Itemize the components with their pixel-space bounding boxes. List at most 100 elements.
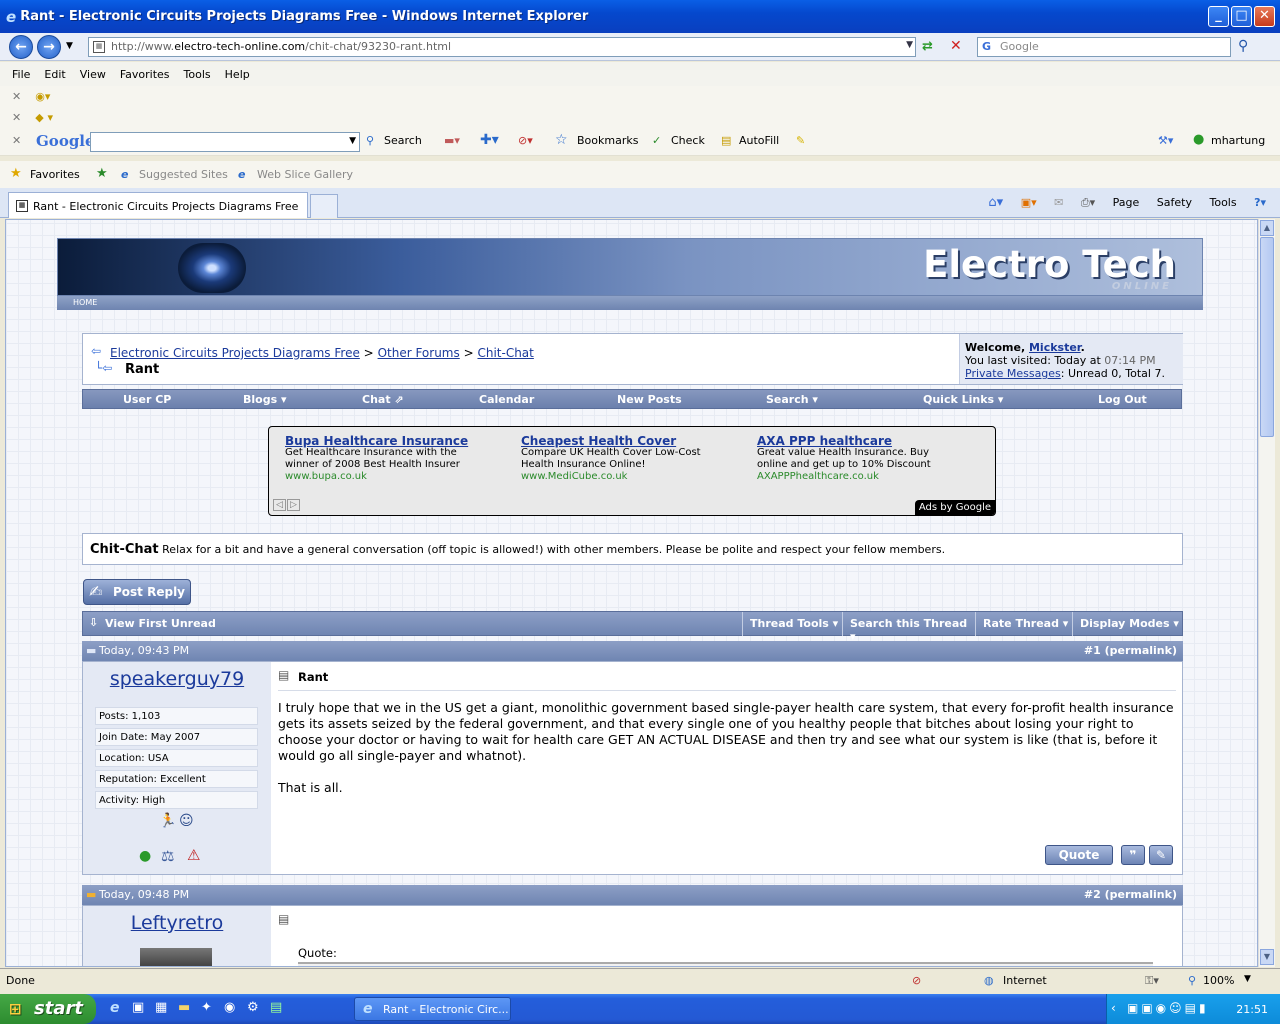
popup-blocked-icon[interactable]: ⊘ bbox=[912, 974, 921, 987]
permalink-link[interactable]: permalink bbox=[1110, 644, 1172, 657]
web-slice-gallery-link[interactable]: Web Slice Gallery bbox=[257, 168, 353, 181]
suggested-sites-link[interactable]: Suggested Sites bbox=[139, 168, 228, 181]
history-dropdown-icon[interactable]: ▼ bbox=[66, 41, 73, 51]
address-dropdown-icon[interactable]: ▼ bbox=[906, 40, 913, 50]
taskbar-window-button[interactable]: e Rant - Electronic Circ... bbox=[354, 997, 511, 1021]
stop-icon[interactable]: ✕ bbox=[950, 38, 962, 54]
maximize-button[interactable]: □ bbox=[1231, 6, 1252, 27]
menu-file[interactable]: File bbox=[12, 68, 30, 81]
ad-title[interactable]: AXA PPP healthcare bbox=[757, 435, 977, 447]
nav-calendar[interactable]: Calendar bbox=[479, 393, 534, 406]
autofill-button[interactable]: AutoFill bbox=[739, 134, 779, 147]
menu-favorites[interactable]: Favorites bbox=[120, 68, 170, 81]
back-button[interactable]: ← bbox=[9, 35, 33, 59]
nav-blogs[interactable]: Blogs ▾ bbox=[243, 393, 286, 406]
ads-by-google[interactable]: Ads by Google bbox=[914, 500, 995, 515]
globe-icon[interactable]: ◉▾ bbox=[35, 90, 50, 103]
add-favorites-icon[interactable]: ★ bbox=[96, 166, 108, 181]
view-first-unread-link[interactable]: View First Unread bbox=[105, 617, 216, 630]
google-search-input[interactable]: ▼ bbox=[90, 132, 360, 152]
menu-tools[interactable]: Tools bbox=[184, 68, 211, 81]
print-icon[interactable]: ⎙▾ bbox=[1081, 196, 1095, 209]
reputation-icon[interactable]: ⚖ bbox=[161, 847, 174, 865]
nav-log-out[interactable]: Log Out bbox=[1098, 393, 1147, 406]
quicklaunch-icon[interactable]: ✦ bbox=[201, 1000, 212, 1015]
nav-quick-links[interactable]: Quick Links ▾ bbox=[923, 393, 1003, 406]
plus-icon[interactable]: ✚▾ bbox=[480, 132, 499, 148]
ad-title[interactable]: Cheapest Health Cover bbox=[521, 435, 741, 447]
safety-menu[interactable]: Safety bbox=[1157, 196, 1192, 209]
post-number-link[interactable]: #1 bbox=[1084, 644, 1101, 657]
quicklaunch-icon[interactable]: ⚙ bbox=[247, 1000, 259, 1015]
tray-icons[interactable]: ▣▣◉☺▤▮ bbox=[1127, 1001, 1209, 1015]
ad-item[interactable]: Bupa Healthcare Insurance Get Healthcare… bbox=[285, 435, 505, 483]
home-icon[interactable]: ⌂▾ bbox=[988, 195, 1003, 210]
scroll-thumb[interactable] bbox=[1260, 237, 1274, 437]
ad-url[interactable]: AXAPPPhealthcare.co.uk bbox=[757, 471, 977, 483]
ad-item[interactable]: Cheapest Health Cover Compare UK Health … bbox=[521, 435, 741, 483]
highlighter-icon[interactable]: ✎ bbox=[796, 134, 805, 147]
rate-thread-menu[interactable]: Rate Thread ▾ bbox=[975, 612, 1072, 636]
page-menu[interactable]: Page bbox=[1113, 196, 1140, 209]
multiquote-button[interactable]: ❞ bbox=[1121, 845, 1145, 865]
tray-expand-icon[interactable]: ‹ bbox=[1111, 1001, 1116, 1015]
star-icon[interactable]: ☆ bbox=[555, 132, 568, 148]
help-icon[interactable]: ?▾ bbox=[1254, 196, 1266, 209]
thread-tools-menu[interactable]: Thread Tools ▾ bbox=[742, 612, 842, 636]
address-input[interactable]: ▦ http://www.electro-tech-online.com/chi… bbox=[88, 37, 916, 57]
check-button[interactable]: Check bbox=[671, 134, 705, 147]
autofill-icon[interactable]: ▤ bbox=[721, 134, 731, 147]
welcome-user-link[interactable]: Mickster bbox=[1029, 341, 1081, 354]
breadcrumb-other-forums[interactable]: Other Forums bbox=[378, 346, 460, 360]
tab-active[interactable]: ▦ Rant - Electronic Circuits Projects Di… bbox=[8, 192, 308, 218]
scroll-down-icon[interactable]: ▼ bbox=[1260, 949, 1274, 965]
breadcrumb-chit-chat[interactable]: Chit-Chat bbox=[477, 346, 533, 360]
ad-next-icon[interactable]: ▷ bbox=[287, 499, 300, 511]
breadcrumb-root[interactable]: Electronic Circuits Projects Diagrams Fr… bbox=[110, 346, 360, 360]
menu-edit[interactable]: Edit bbox=[44, 68, 65, 81]
close-toolbar-icon[interactable]: ✕ bbox=[12, 90, 21, 103]
post-username-link[interactable]: Leftyretro bbox=[83, 912, 271, 934]
close-button[interactable]: ✕ bbox=[1254, 6, 1275, 27]
new-tab-button[interactable] bbox=[310, 194, 338, 218]
ad-item[interactable]: AXA PPP healthcare Great value Health In… bbox=[757, 435, 977, 483]
report-post-icon[interactable]: ⚠ bbox=[187, 846, 200, 864]
ad-url[interactable]: www.bupa.co.uk bbox=[285, 471, 505, 483]
shield-icon[interactable]: ◆ ▾ bbox=[35, 111, 53, 124]
display-modes-menu[interactable]: Display Modes ▾ bbox=[1072, 612, 1182, 636]
nav-new-posts[interactable]: New Posts bbox=[617, 393, 682, 406]
permalink-link[interactable]: permalink bbox=[1110, 888, 1172, 901]
ad-title[interactable]: Bupa Healthcare Insurance bbox=[285, 435, 505, 447]
menu-help[interactable]: Help bbox=[225, 68, 250, 81]
quicklaunch-icon[interactable]: ▤ bbox=[270, 1000, 282, 1015]
quick-reply-button[interactable]: ✎ bbox=[1149, 845, 1173, 865]
nav-chat[interactable]: Chat ⇗ bbox=[362, 393, 404, 406]
zoom-level[interactable]: 100% bbox=[1203, 974, 1234, 987]
bookmarks-button[interactable]: Bookmarks bbox=[577, 134, 638, 147]
start-button[interactable]: ⊞ start bbox=[0, 994, 96, 1024]
feeds-icon[interactable]: ▣▾ bbox=[1021, 196, 1037, 209]
clock[interactable]: 21:51 bbox=[1236, 1003, 1268, 1016]
nav-search[interactable]: Search ▾ bbox=[766, 393, 818, 406]
google-search-button[interactable]: Search bbox=[384, 134, 422, 147]
post-number-link[interactable]: #2 bbox=[1084, 888, 1101, 901]
popup-blocker-icon[interactable]: ⊘▾ bbox=[518, 134, 533, 147]
close-toolbar-icon[interactable]: ✕ bbox=[12, 134, 21, 147]
ad-prev-icon[interactable]: ◁ bbox=[273, 499, 286, 511]
quicklaunch-ie-icon[interactable]: e bbox=[110, 1000, 120, 1016]
nav-user-cp[interactable]: User CP bbox=[123, 393, 171, 406]
pagerank-icon[interactable]: ▬▾ bbox=[444, 134, 460, 147]
quicklaunch-icon[interactable]: ▦ bbox=[155, 1000, 167, 1015]
search-thread-menu[interactable]: Search this Thread ▾ bbox=[842, 612, 975, 643]
quote-button[interactable]: Quote bbox=[1045, 845, 1113, 865]
scroll-up-icon[interactable]: ▲ bbox=[1260, 220, 1274, 236]
zoom-dropdown-icon[interactable]: ▼ bbox=[1244, 974, 1251, 984]
close-toolbar-icon[interactable]: ✕ bbox=[12, 111, 21, 124]
favorites-button[interactable]: Favorites bbox=[30, 168, 80, 181]
private-messages-link[interactable]: Private Messages bbox=[965, 367, 1061, 380]
user-account-button[interactable]: mhartung bbox=[1211, 134, 1265, 147]
search-box[interactable]: G Google bbox=[977, 37, 1231, 57]
dropdown-icon[interactable]: ▼ bbox=[349, 136, 356, 146]
home-link[interactable]: HOME bbox=[73, 298, 97, 307]
forward-button[interactable]: → bbox=[37, 35, 61, 59]
